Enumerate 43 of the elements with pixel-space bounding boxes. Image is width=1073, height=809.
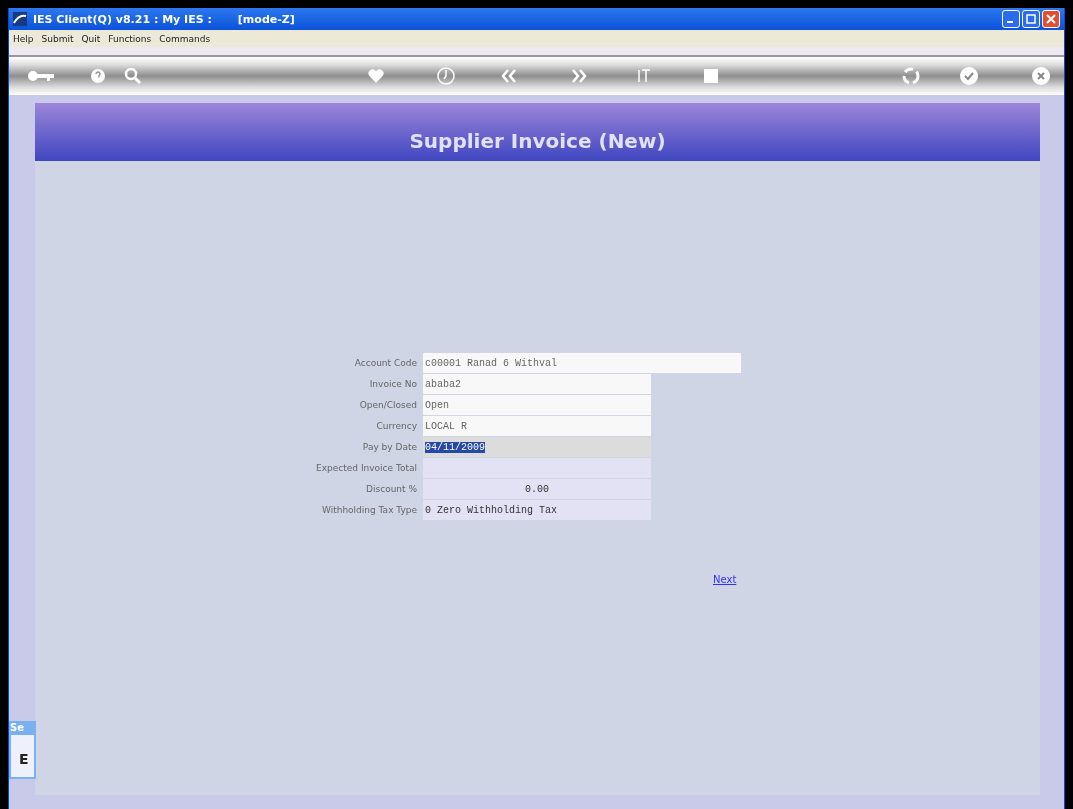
input-field[interactable]: 0.00 — [423, 479, 651, 499]
close-button[interactable] — [1042, 10, 1060, 28]
maximize-button[interactable] — [1022, 10, 1040, 28]
field-label: Open/Closed — [358, 400, 417, 410]
panel-title: Se — [10, 722, 24, 733]
recycle-icon[interactable] — [902, 67, 920, 85]
close-icon — [1046, 14, 1056, 24]
mode-label: [mode-Z] — [237, 12, 295, 26]
field-label: Account Code — [353, 358, 417, 368]
menu-item[interactable]: Submit — [41, 33, 74, 44]
key-icon[interactable] — [26, 69, 56, 83]
menu-item[interactable]: Functions — [108, 33, 152, 44]
app-icon — [13, 12, 27, 26]
search-icon[interactable] — [124, 67, 142, 85]
page-title: Supplier Invoice (New) — [409, 129, 666, 153]
fast-forward-icon[interactable] — [571, 69, 587, 83]
help-icon[interactable] — [90, 68, 106, 84]
menu-item[interactable]: Help — [13, 33, 34, 44]
input-field[interactable]: ababa2 — [423, 374, 651, 394]
minimize-button[interactable] — [1002, 10, 1020, 28]
panel-text: E — [19, 751, 29, 767]
field-label: Withholding Tax Type — [320, 505, 417, 515]
input-field[interactable]: Open — [423, 395, 651, 415]
field-label: Currency — [375, 421, 417, 431]
input-field[interactable] — [423, 458, 651, 478]
field-label: Pay by Date — [361, 442, 417, 452]
field-label: Discount % — [365, 484, 417, 494]
close-icon[interactable] — [1032, 67, 1050, 85]
input-field[interactable]: c00001 Ranad 6 Withval — [423, 353, 741, 373]
next-link[interactable]: Next — [713, 574, 737, 585]
window-title: IES Client(Q) v8.21 : My IES : — [33, 12, 212, 26]
check-icon[interactable] — [960, 67, 978, 85]
input-field[interactable]: 04/11/2009 — [423, 437, 651, 457]
menu-item[interactable]: Commands — [159, 33, 211, 44]
maximize-icon — [1026, 14, 1036, 24]
rewind-icon[interactable] — [501, 69, 517, 83]
heart-icon[interactable] — [368, 69, 384, 83]
clock-icon[interactable] — [437, 67, 455, 85]
input-field[interactable]: 0 Zero Withholding Tax — [423, 500, 651, 520]
menu-item[interactable]: Quit — [81, 33, 101, 44]
input-field[interactable]: LOCAL R — [423, 416, 651, 436]
field-label: Expected Invoice Total — [315, 463, 417, 473]
field-label: Invoice No — [368, 379, 417, 389]
